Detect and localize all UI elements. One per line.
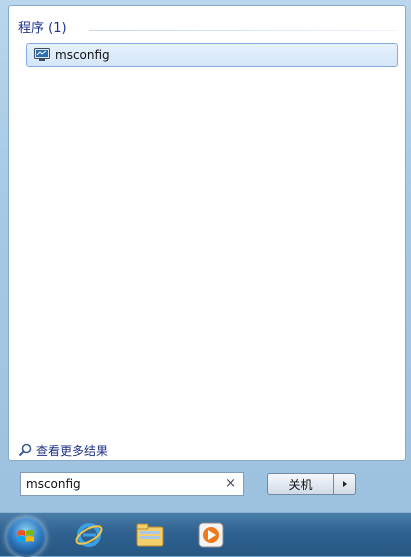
triangle-right-icon [342,481,347,487]
see-more-results-label: 查看更多结果 [36,443,109,458]
programs-group-label: 程序 (1) [18,21,67,36]
shutdown-group: 关机 [267,473,356,495]
clear-search-icon[interactable]: × [225,476,236,491]
file-explorer-icon[interactable] [134,519,166,551]
windows-logo-icon [18,530,34,542]
internet-explorer-icon[interactable] [73,519,105,551]
see-more-results-link[interactable]: 查看更多结果 [18,442,108,458]
result-item-label: msconfig [55,48,110,62]
group-divider [89,30,397,31]
shutdown-button[interactable]: 关机 [267,473,334,495]
programs-group-header[interactable]: 程序 (1) [18,21,67,37]
start-search-input[interactable] [26,477,216,491]
start-search-box[interactable]: × [20,472,244,496]
start-orb-button[interactable] [6,517,46,557]
shutdown-options-button[interactable] [334,473,356,495]
result-item-msconfig[interactable]: msconfig [26,43,398,67]
shutdown-label: 关机 [288,477,313,492]
search-results-panel: 程序 (1) msconfig 查看更多结果 [8,5,406,461]
media-player-icon[interactable] [195,519,227,551]
start-menu: 程序 (1) msconfig 查看更多结果 msconfig × 关机 [0,0,411,512]
search-icon [18,443,32,457]
msconfig-icon [34,48,50,62]
